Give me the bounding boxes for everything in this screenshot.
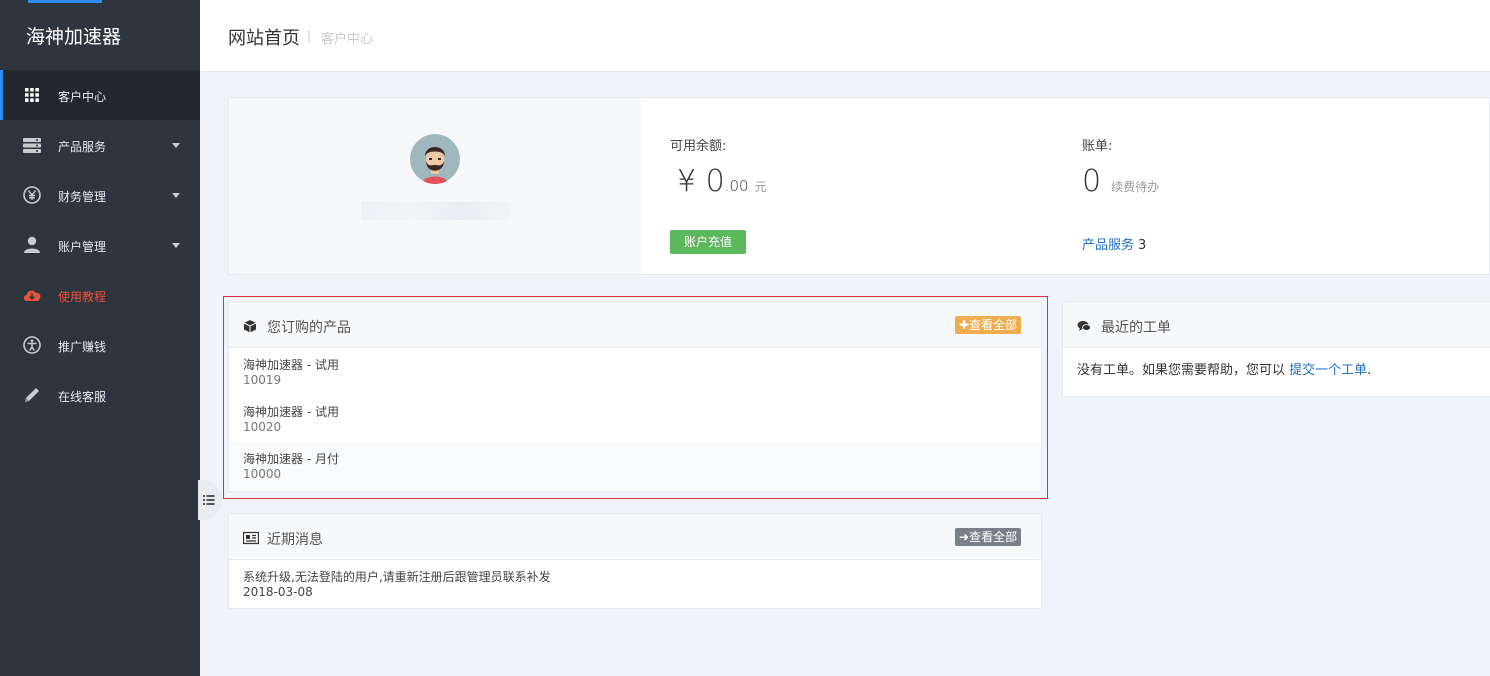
services-link-label[interactable]: 产品服务 <box>1082 238 1134 253</box>
services-count: 3 <box>1138 238 1147 253</box>
sidebar-item-label: 使用教程 <box>58 290 107 304</box>
profile-card: 可用余额: ¥ 0.00 元 账户充值 账单: 0 续费待办 产品服务 3 <box>228 97 1490 275</box>
bill-note: 续费待办 <box>1111 180 1160 194</box>
sidebar-top-accent <box>28 0 102 3</box>
list-item[interactable]: 系统升级,无法登陆的用户,请重新注册后跟管理员联系补发 2018-03-08 <box>229 560 1041 608</box>
arrow-right-icon: ➜ <box>959 530 970 544</box>
page-header: 网站首页 | 客户中心 <box>200 0 1490 72</box>
sidebar-toggle[interactable] <box>198 480 222 520</box>
balance-amount: ¥ 0.00 元 <box>677 164 767 199</box>
sidebar-item-customer-center[interactable]: 客户中心 <box>0 70 200 120</box>
news-panel-title: 近期消息 <box>267 532 323 548</box>
balance-unit: 元 <box>754 180 767 194</box>
bill-number: 0 <box>1082 164 1102 199</box>
tickets-panel: 最近的工单 没有工单。如果您需要帮助，您可以 提交一个工单. <box>1062 301 1490 397</box>
news-text: 系统升级,无法登陆的用户,请重新注册后跟管理员联系补发 <box>243 570 551 584</box>
profile-user-pane <box>229 98 641 274</box>
bill-count: 0 续费待办 <box>1082 164 1159 199</box>
sidebar-item-referral[interactable]: 推广赚钱 <box>0 320 200 370</box>
page-title: 网站首页 <box>228 28 300 49</box>
balance-integer: 0 <box>705 164 725 199</box>
avatar[interactable] <box>410 134 460 184</box>
services-link[interactable]: 产品服务 3 <box>1082 234 1146 253</box>
sidebar-item-account[interactable]: 账户管理 <box>0 220 200 270</box>
sidebar: 海神加速器 客户中心 产品服务 财务管理 账户管理 使用教程 推广赚钱 在线客服 <box>0 0 200 676</box>
sidebar-item-tutorial[interactable]: 使用教程 <box>0 270 200 320</box>
chevron-down-icon <box>172 143 180 148</box>
brand-logo-text[interactable]: 海神加速器 <box>26 27 136 47</box>
view-all-news-button[interactable]: ➜查看全部 <box>955 528 1022 546</box>
sidebar-item-label: 财务管理 <box>58 190 107 204</box>
recharge-button[interactable]: 账户充值 <box>670 230 746 254</box>
news-panel: 近期消息 ➜查看全部 系统升级,无法登陆的用户,请重新注册后跟管理员联系补发 2… <box>228 513 1042 609</box>
bill-label: 账单: <box>1082 139 1113 154</box>
currency-symbol: ¥ <box>677 164 697 199</box>
chevron-down-icon <box>172 243 180 248</box>
tickets-panel-title: 最近的工单 <box>1101 320 1171 336</box>
highlight-outline <box>223 296 1048 499</box>
comments-icon <box>1077 319 1091 333</box>
sidebar-item-label: 产品服务 <box>58 140 107 154</box>
yen-icon <box>22 185 42 205</box>
submit-ticket-link[interactable]: 提交一个工单 <box>1289 363 1367 378</box>
breadcrumb[interactable]: 客户中心 <box>321 28 373 47</box>
sidebar-item-online-support[interactable]: 在线客服 <box>0 370 200 420</box>
tickets-empty-message: 没有工单。如果您需要帮助，您可以 提交一个工单. <box>1077 359 1371 378</box>
cloud-download-icon <box>22 285 42 305</box>
sidebar-item-label: 推广赚钱 <box>58 340 107 354</box>
server-icon <box>22 135 42 155</box>
breadcrumb-separator: | <box>307 29 312 43</box>
pencil-icon <box>22 385 42 405</box>
newspaper-icon <box>242 531 260 545</box>
tickets-panel-header: 最近的工单 <box>1063 302 1490 348</box>
balance-decimal: .00 <box>724 177 749 195</box>
username-redacted <box>361 202 511 220</box>
user-icon <box>22 235 42 255</box>
accessibility-icon <box>22 335 42 355</box>
sidebar-item-finance[interactable]: 财务管理 <box>0 170 200 220</box>
sidebar-item-label: 账户管理 <box>58 240 107 254</box>
sidebar-nav: 客户中心 产品服务 财务管理 账户管理 使用教程 推广赚钱 在线客服 <box>0 70 200 420</box>
sidebar-item-label: 客户中心 <box>58 90 107 104</box>
news-panel-header: 近期消息 ➜查看全部 <box>229 514 1041 560</box>
sidebar-item-products[interactable]: 产品服务 <box>0 120 200 170</box>
grid-icon <box>22 85 42 105</box>
tickets-suffix: . <box>1367 363 1372 378</box>
view-all-label: 查看全部 <box>969 530 1018 544</box>
chevron-down-icon <box>172 193 180 198</box>
tickets-empty-text: 没有工单。如果您需要帮助，您可以 <box>1077 363 1286 378</box>
list-icon <box>202 493 216 510</box>
sidebar-item-label: 在线客服 <box>58 390 107 404</box>
news-date: 2018-03-08 <box>243 585 313 599</box>
balance-label: 可用余额: <box>670 139 727 154</box>
